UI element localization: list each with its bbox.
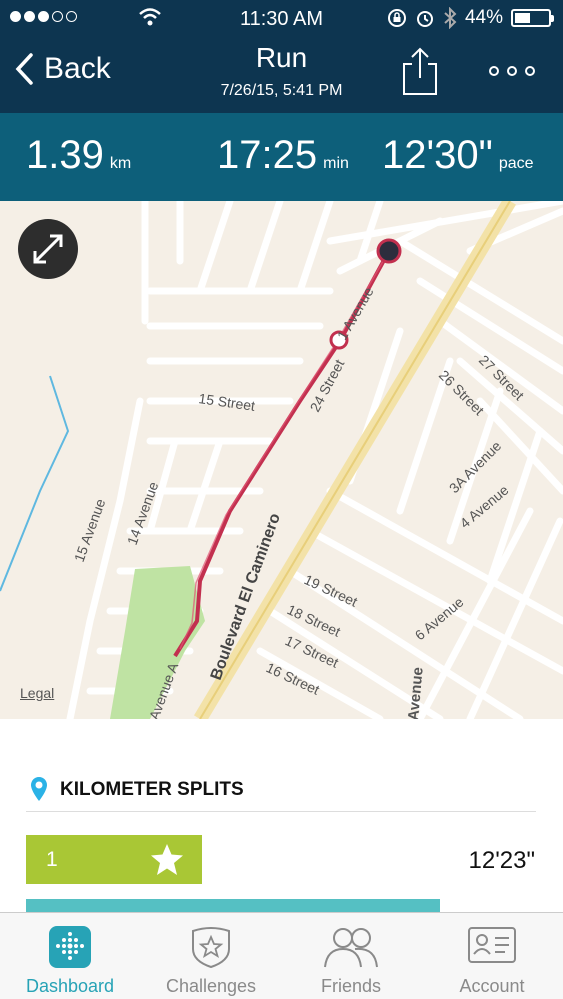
svg-text:16 Street: 16 Street: [264, 659, 322, 698]
battery-percent: 44%: [464, 7, 503, 28]
svg-text:19 Street: 19 Street: [302, 571, 360, 610]
rotation-lock-icon: [387, 9, 406, 27]
duration-value: 17:25: [217, 133, 318, 177]
friends-icon: [324, 928, 378, 968]
expand-map-button[interactable]: [18, 219, 78, 279]
legal-link[interactable]: Legal: [20, 685, 54, 701]
tab-label: Account: [459, 976, 525, 996]
bluetooth-icon: [444, 7, 457, 29]
page-subtitle: 7/26/15, 5:41 PM: [220, 82, 343, 99]
distance-value: 1.39: [26, 133, 104, 177]
map-canvas[interactable]: 1 Avenue 24 Street 15 Street 26 Street 2…: [0, 201, 563, 719]
tab-label: Dashboard: [25, 976, 115, 996]
distance-stat: 1.39 km: [26, 133, 131, 178]
svg-text:15 Avenue: 15 Avenue: [71, 496, 109, 564]
expand-icon: [33, 234, 63, 264]
challenges-icon: [192, 927, 230, 969]
location-pin-icon: [31, 777, 47, 801]
status-bar: 11:30 AM 44%: [0, 0, 563, 36]
alarm-icon: [416, 11, 433, 27]
split-row-bar[interactable]: 1: [26, 835, 202, 884]
tab-label: Friends: [320, 976, 382, 996]
star-icon: [151, 844, 183, 875]
street-label: 1 Avenue: [334, 284, 377, 343]
tab-friends[interactable]: Friends: [281, 913, 421, 999]
split-row-bar-next[interactable]: [26, 899, 440, 913]
battery-icon: [511, 9, 554, 27]
account-card-icon: [468, 927, 516, 963]
kilometer-splits-header: KILOMETER SPLITS: [26, 770, 536, 812]
pace-unit: pace: [498, 155, 534, 172]
split-number: 1: [46, 848, 58, 871]
nav-bar: Back Run 7/26/15, 5:41 PM: [0, 36, 563, 113]
svg-text:15 Street: 15 Street: [198, 390, 257, 414]
tab-label: Challenges: [165, 976, 257, 996]
tab-account[interactable]: Account: [422, 913, 562, 999]
distance-unit: km: [109, 155, 132, 172]
tab-dashboard[interactable]: Dashboard: [0, 913, 140, 999]
split-time: 12'23": [468, 847, 536, 874]
tab-challenges[interactable]: Challenges: [141, 913, 281, 999]
splits-title: KILOMETER SPLITS: [60, 779, 244, 800]
duration-stat: 17:25 min: [217, 133, 349, 178]
tab-bar: Dashboard Challenges Friends Account: [0, 912, 563, 999]
top-bar: 11:30 AM 44% Back Run 7/26/15, 5:41 PM: [0, 0, 563, 113]
run-stats-bar: 1.39 km 17:25 min 12'30" pace: [0, 113, 563, 201]
route-map[interactable]: 1 Avenue 24 Street 15 Street 26 Street 2…: [0, 201, 563, 719]
duration-unit: min: [323, 155, 349, 172]
dashboard-icon: [49, 926, 91, 968]
page-title: Run: [255, 42, 308, 73]
share-button[interactable]: [402, 46, 438, 96]
pace-stat: 12'30" pace: [382, 133, 534, 178]
pace-value: 12'30": [382, 133, 493, 177]
more-options-button[interactable]: [489, 66, 535, 76]
route-end-marker: [376, 238, 402, 264]
